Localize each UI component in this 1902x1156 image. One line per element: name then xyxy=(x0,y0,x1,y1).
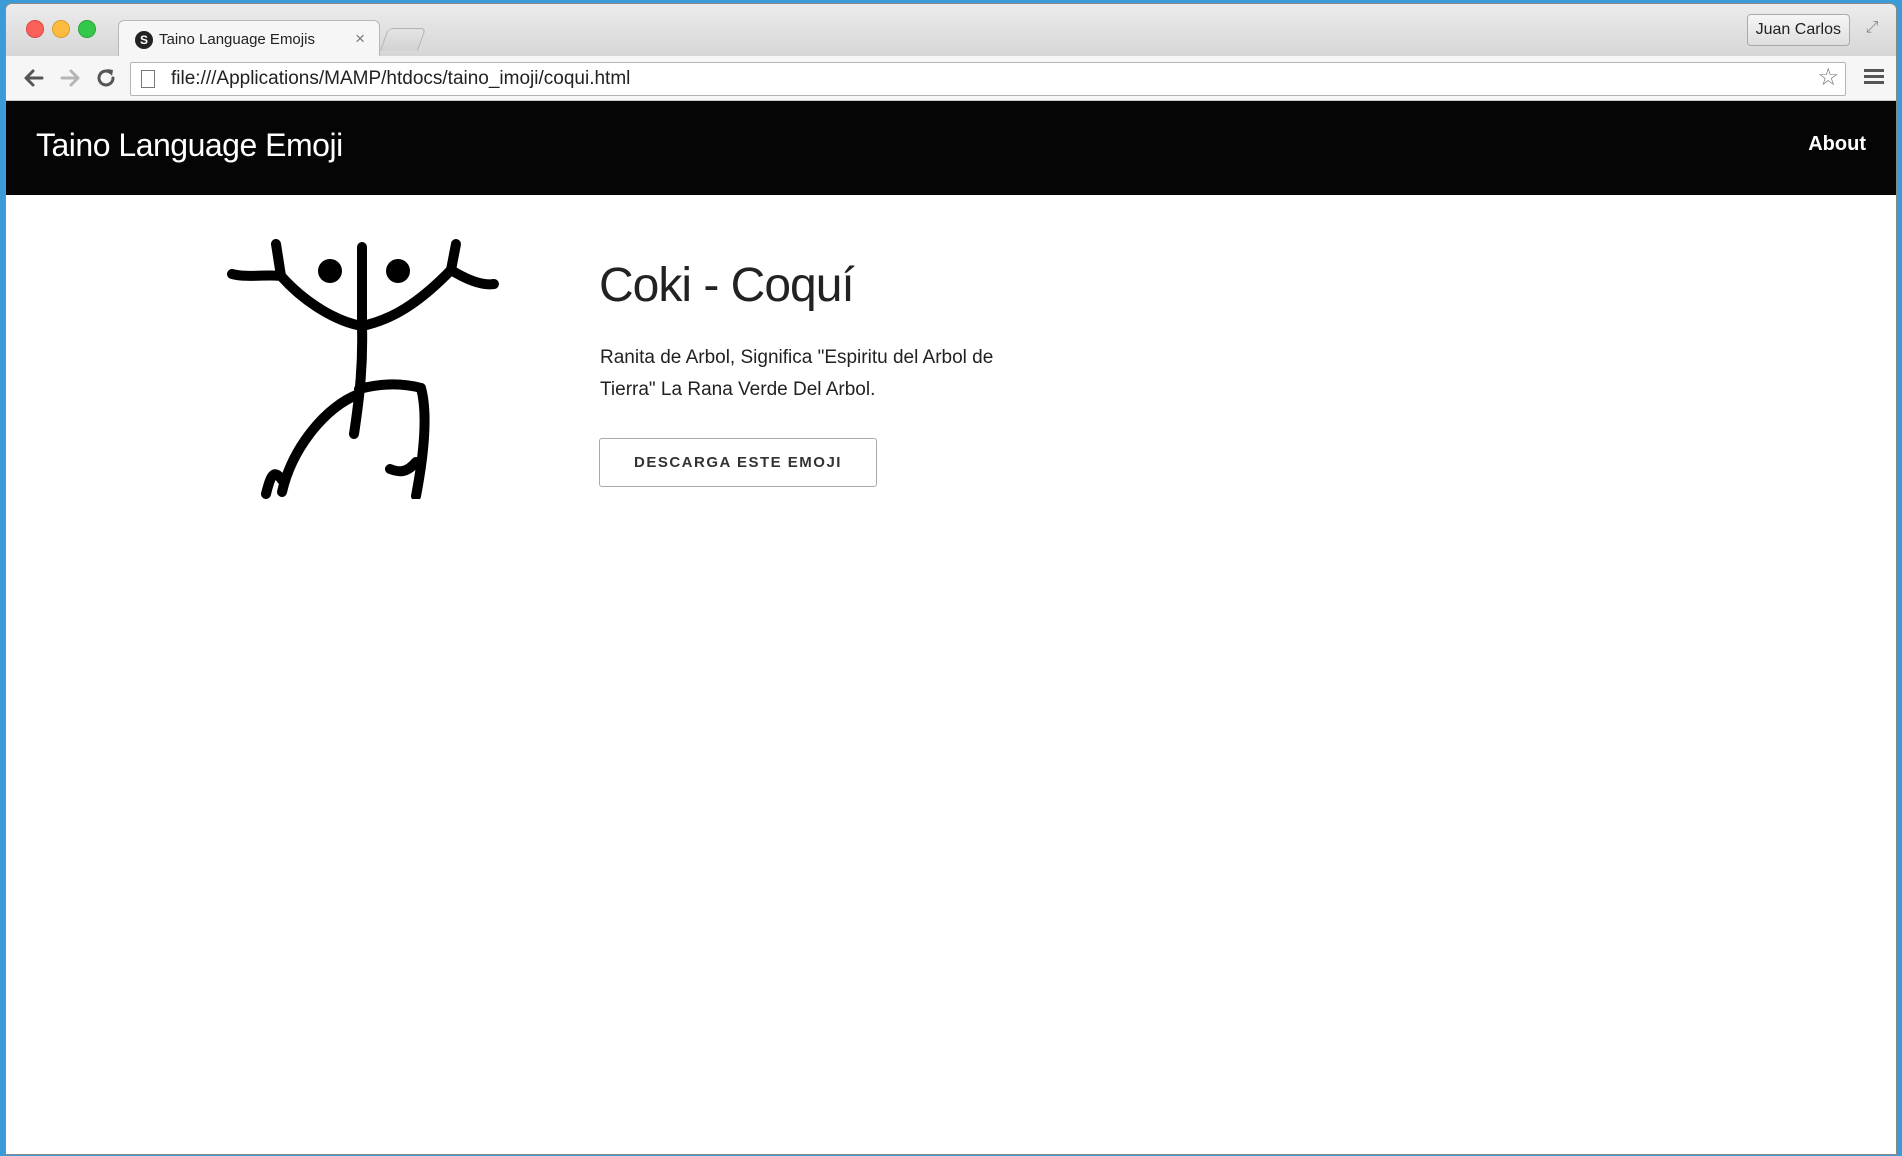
address-bar[interactable]: file:///Applications/MAMP/htdocs/taino_i… xyxy=(130,62,1846,96)
url-text: file:///Applications/MAMP/htdocs/taino_i… xyxy=(171,68,631,89)
tab-close-icon[interactable]: × xyxy=(355,29,365,49)
bookmark-star-icon[interactable]: ☆ xyxy=(1817,64,1839,92)
tab-favicon-icon: S xyxy=(135,31,153,49)
browser-tab[interactable]: S Taino Language Emojis × xyxy=(118,20,380,57)
coqui-petroglyph-icon xyxy=(227,239,499,499)
browser-toolbar: file:///Applications/MAMP/htdocs/taino_i… xyxy=(6,56,1896,101)
download-emoji-button[interactable]: DESCARGA ESTE EMOJI xyxy=(599,438,877,487)
emoji-description: Ranita de Arbol, Significa "Espiritu del… xyxy=(600,347,994,400)
browser-titlebar: S Taino Language Emojis × Juan Carlos ⤢ xyxy=(6,4,1896,57)
web-page: Taino Language Emoji About Coki - Coquí … xyxy=(6,101,1896,1154)
emoji-title: Coki - Coquí xyxy=(599,259,855,312)
fullscreen-icon[interactable]: ⤢ xyxy=(1862,18,1882,38)
site-brand-link[interactable]: Taino Language Emoji xyxy=(36,127,343,164)
profile-button[interactable]: Juan Carlos xyxy=(1746,14,1850,46)
browser-window: S Taino Language Emojis × Juan Carlos ⤢ … xyxy=(6,4,1896,1154)
hamburger-menu-icon[interactable] xyxy=(1864,66,1884,90)
back-arrow-icon[interactable] xyxy=(20,64,48,92)
minimize-window-button[interactable] xyxy=(52,20,70,38)
close-window-button[interactable] xyxy=(26,20,44,38)
zoom-window-button[interactable] xyxy=(78,20,96,38)
tab-title: Taino Language Emojis xyxy=(159,31,315,48)
document-icon xyxy=(141,70,155,88)
site-navbar: Taino Language Emoji About xyxy=(6,101,1896,195)
forward-arrow-icon[interactable] xyxy=(56,64,84,92)
reload-icon[interactable] xyxy=(92,64,120,92)
nav-about-link[interactable]: About xyxy=(1808,133,1866,156)
new-tab-button[interactable] xyxy=(379,28,427,51)
